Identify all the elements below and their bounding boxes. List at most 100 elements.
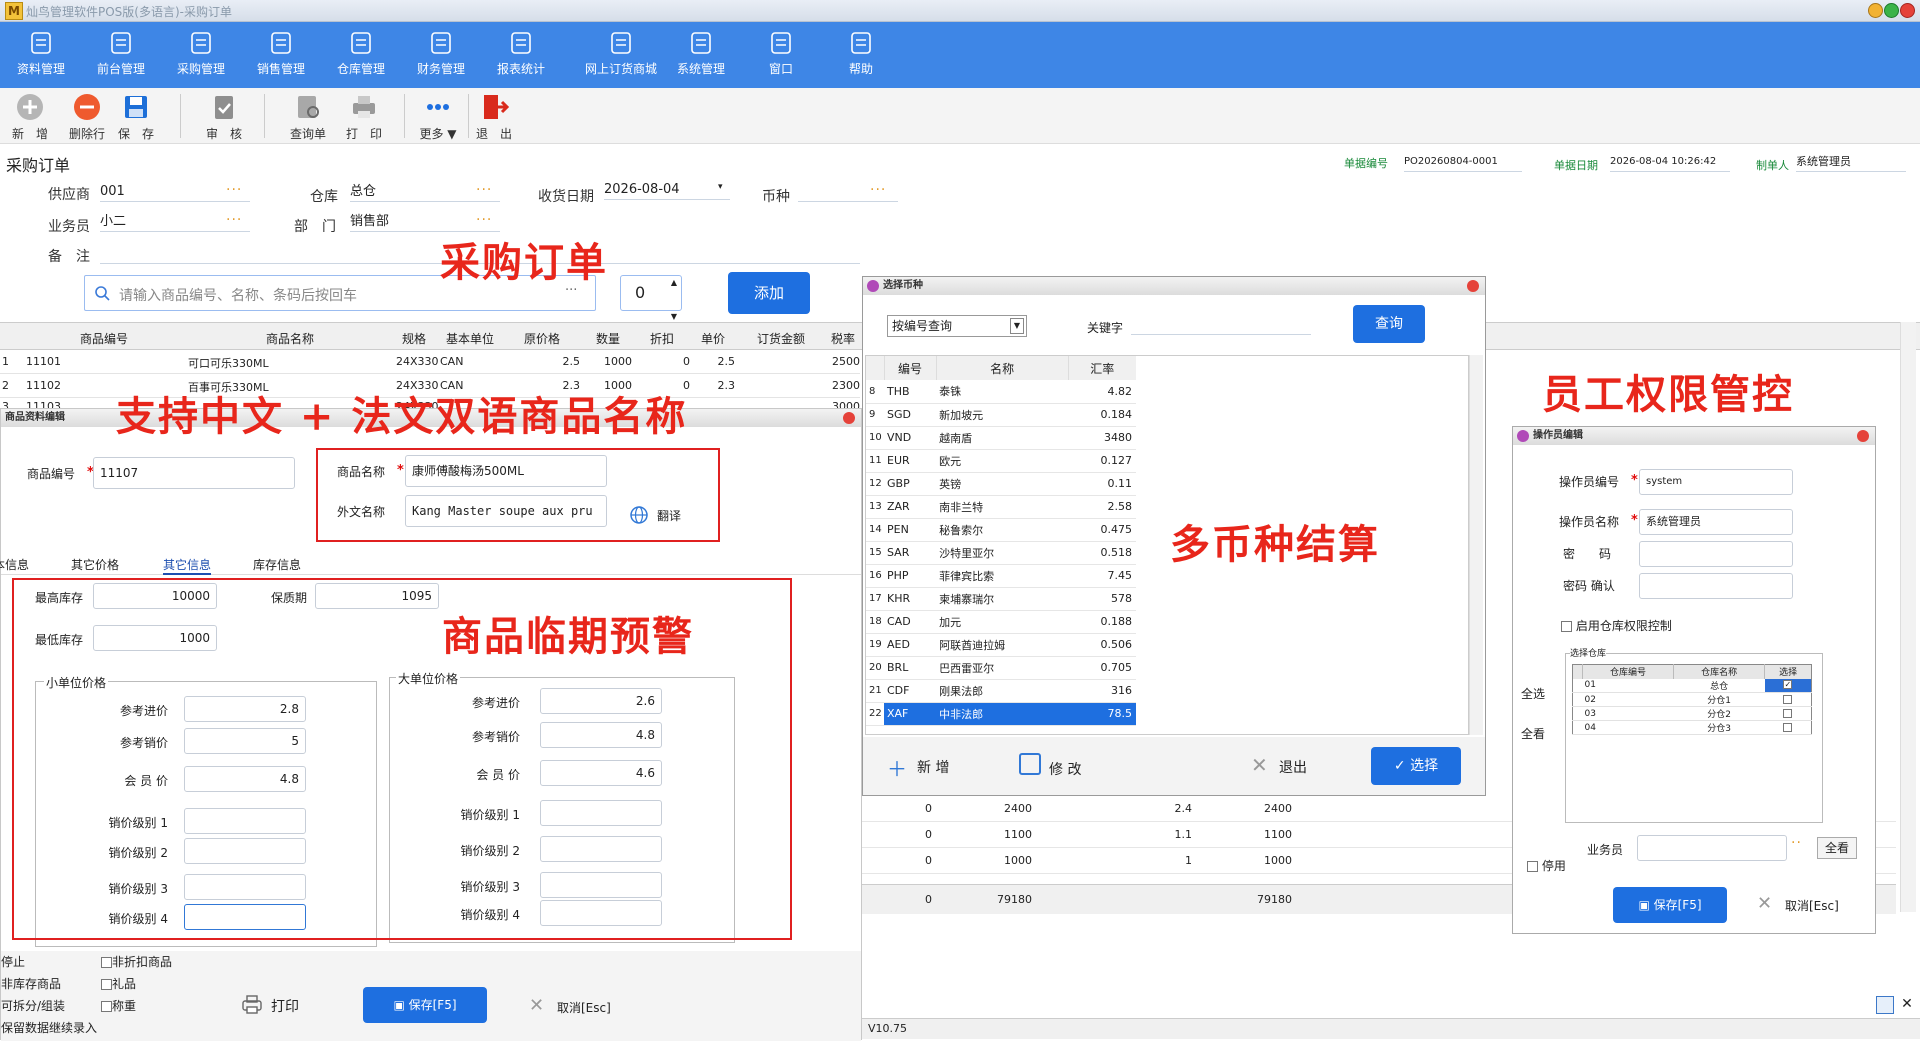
- table-row[interactable]: 21 CDF 刚果法郎 316: [866, 679, 1136, 703]
- close-icon[interactable]: ✕: [1898, 996, 1916, 1014]
- table-row[interactable]: 9 SGD 新加坡元 0.184: [866, 403, 1136, 427]
- more-button[interactable]: 更多 ▼: [414, 92, 462, 141]
- ribbon-cart2-button[interactable]: 销售管理: [242, 22, 320, 88]
- currency-picker-icon[interactable]: ···: [870, 182, 886, 198]
- op-view-all-button[interactable]: 全看: [1817, 837, 1857, 859]
- table-row[interactable]: 16 PHP 菲律宾比索 7.45: [866, 564, 1136, 588]
- wh-select-cell[interactable]: [1765, 721, 1812, 735]
- op-salesman-field[interactable]: [1637, 835, 1787, 861]
- ribbon-chart-button[interactable]: 报表统计: [482, 22, 560, 88]
- tab-3[interactable]: 库存信息: [253, 556, 301, 573]
- product-cancel-button[interactable]: 取消[Esc]: [557, 999, 611, 1016]
- wh-header-cell[interactable]: 仓库编号: [1581, 664, 1674, 679]
- ribbon-help-button[interactable]: 帮助: [822, 22, 900, 88]
- wh-header-cell[interactable]: 仓库名称: [1673, 664, 1765, 679]
- wh-select-cell[interactable]: [1765, 707, 1812, 721]
- grid-header-cell[interactable]: 订货金额: [751, 330, 811, 347]
- wh-header-cell[interactable]: 选择: [1764, 664, 1812, 679]
- password-field[interactable]: [1639, 541, 1793, 567]
- currency-header-cell[interactable]: 名称: [935, 356, 1069, 380]
- product-dialog-close-icon[interactable]: [843, 412, 855, 424]
- table-row[interactable]: 02 分仓1: [1572, 693, 1812, 707]
- receive-date-field[interactable]: 2026-08-04: [604, 180, 730, 200]
- grid-scrollbar[interactable]: [1900, 322, 1916, 912]
- product-checkbox[interactable]: 称重: [101, 995, 172, 1017]
- grid-header-cell[interactable]: 基本单位: [440, 330, 500, 347]
- currency-scrollbar[interactable]: [1469, 355, 1483, 735]
- ribbon-screen-button[interactable]: 前台管理: [82, 22, 160, 88]
- currency-select-button[interactable]: ✓ 选择: [1371, 747, 1461, 785]
- ribbon-house-button[interactable]: 仓库管理: [322, 22, 400, 88]
- table-row[interactable]: 1 11101 可口可乐330ML 24X330 CAN 2.5 1000 0 2.5 2500: [0, 350, 860, 374]
- table-row[interactable]: 12 GBP 英镑 0.11: [866, 472, 1136, 496]
- audit-button[interactable]: 审 核: [204, 92, 244, 141]
- checkbox-icon[interactable]: [1783, 708, 1793, 718]
- query-mode-select[interactable]: 按编号查询 ▼: [887, 315, 1027, 337]
- product-checkbox[interactable]: 礼品: [101, 973, 172, 995]
- wh-select-cell[interactable]: [1765, 693, 1812, 707]
- op-save-button[interactable]: ▣ 保存[F5]: [1613, 887, 1727, 923]
- tab-0[interactable]: 基本信息: [0, 556, 29, 573]
- salesman-picker-icon[interactable]: ···: [226, 212, 242, 228]
- tab-1[interactable]: 其它价格: [71, 556, 119, 573]
- tab-2[interactable]: 其它信息: [163, 556, 212, 575]
- close-icon[interactable]: [1900, 3, 1915, 18]
- confirm-field[interactable]: [1639, 573, 1793, 599]
- operator-name-field[interactable]: 系统管理员: [1639, 509, 1793, 535]
- table-row[interactable]: 17 KHR 柬埔寨瑞尔 578: [866, 587, 1136, 611]
- table-row[interactable]: 20 BRL 巴西雷亚尔 0.705: [866, 656, 1136, 680]
- product-checkbox[interactable]: 非折扣商品: [101, 951, 172, 973]
- minimize-icon[interactable]: [1868, 3, 1883, 18]
- date-dropdown-icon[interactable]: ▾: [718, 182, 723, 192]
- currency-edit-button[interactable]: 修 改: [1049, 759, 1081, 779]
- wh-select-cell[interactable]: ✓: [1764, 678, 1812, 693]
- grid-header-cell[interactable]: 商品编号: [74, 330, 134, 347]
- cancel-x-icon[interactable]: ✕: [1757, 893, 1772, 914]
- table-row[interactable]: 18 CAD 加元 0.188: [866, 610, 1136, 634]
- save-button[interactable]: 保 存: [116, 92, 156, 141]
- grid-header-cell[interactable]: 数量: [578, 330, 638, 347]
- currency-query-button[interactable]: 查询: [1353, 305, 1425, 343]
- table-row[interactable]: 19 AED 阿联酋迪拉姆 0.506: [866, 633, 1136, 657]
- restore-icon[interactable]: [1876, 996, 1894, 1014]
- checkbox-icon[interactable]: [1783, 694, 1793, 704]
- currency-exit-button[interactable]: 退出: [1279, 757, 1307, 777]
- ribbon-ledger-button[interactable]: 财务管理: [402, 22, 480, 88]
- delete-row-button[interactable]: 删除行: [64, 92, 110, 141]
- currency-header-cell[interactable]: 汇率: [1067, 356, 1136, 380]
- ribbon-window-button[interactable]: 窗口: [742, 22, 820, 88]
- op-cancel-button[interactable]: 取消[Esc]: [1785, 897, 1839, 914]
- print-button[interactable]: 打 印: [344, 92, 384, 141]
- keyword-field[interactable]: [1131, 315, 1311, 335]
- table-row[interactable]: 11 EUR 欧元 0.127: [866, 449, 1136, 473]
- table-row[interactable]: 13 ZAR 南非兰特 2.58: [866, 495, 1136, 519]
- dept-picker-icon[interactable]: ···: [476, 212, 492, 228]
- table-row[interactable]: 22 XAF 中非法郎 78.5: [866, 702, 1136, 726]
- currency-new-button[interactable]: 新 增: [917, 757, 949, 777]
- ribbon-shop-button[interactable]: 网上订货商城: [582, 22, 660, 88]
- enable-wh-checkbox[interactable]: 启用仓库权限控制: [1561, 617, 1672, 634]
- add-button[interactable]: 添加: [728, 272, 810, 314]
- supplier-picker-icon[interactable]: ···: [226, 182, 242, 198]
- grid-header-cell[interactable]: 原价格: [512, 330, 572, 347]
- view-all-button[interactable]: 全看: [1521, 725, 1545, 742]
- table-row[interactable]: 03 分仓2: [1572, 707, 1812, 721]
- ribbon-cart-button[interactable]: 采购管理: [162, 22, 240, 88]
- grid-header-cell[interactable]: 规格: [384, 330, 444, 347]
- quantity-stepper[interactable]: 0 ▲ ▼: [620, 275, 682, 321]
- printer-icon[interactable]: [241, 993, 263, 1015]
- table-row[interactable]: 04 分仓3: [1572, 721, 1812, 735]
- ribbon-gear-button[interactable]: 系统管理: [662, 22, 740, 88]
- print-button[interactable]: 打印: [271, 996, 299, 1016]
- new-button[interactable]: 新 增: [12, 92, 48, 141]
- operator-dialog-close-icon[interactable]: [1857, 430, 1869, 442]
- grid-header-cell[interactable]: 单价: [683, 330, 743, 347]
- checkbox-icon[interactable]: [1783, 722, 1793, 732]
- disable-checkbox[interactable]: 停用: [1527, 857, 1566, 874]
- table-row[interactable]: 01 总仓 ✓: [1572, 678, 1812, 693]
- ribbon-doc-button[interactable]: 资料管理: [2, 22, 80, 88]
- operator-id-field[interactable]: system: [1639, 469, 1793, 495]
- table-row[interactable]: 15 SAR 沙特里亚尔 0.518: [866, 541, 1136, 565]
- select-all-button[interactable]: 全选: [1521, 685, 1545, 702]
- maximize-icon[interactable]: [1884, 3, 1899, 18]
